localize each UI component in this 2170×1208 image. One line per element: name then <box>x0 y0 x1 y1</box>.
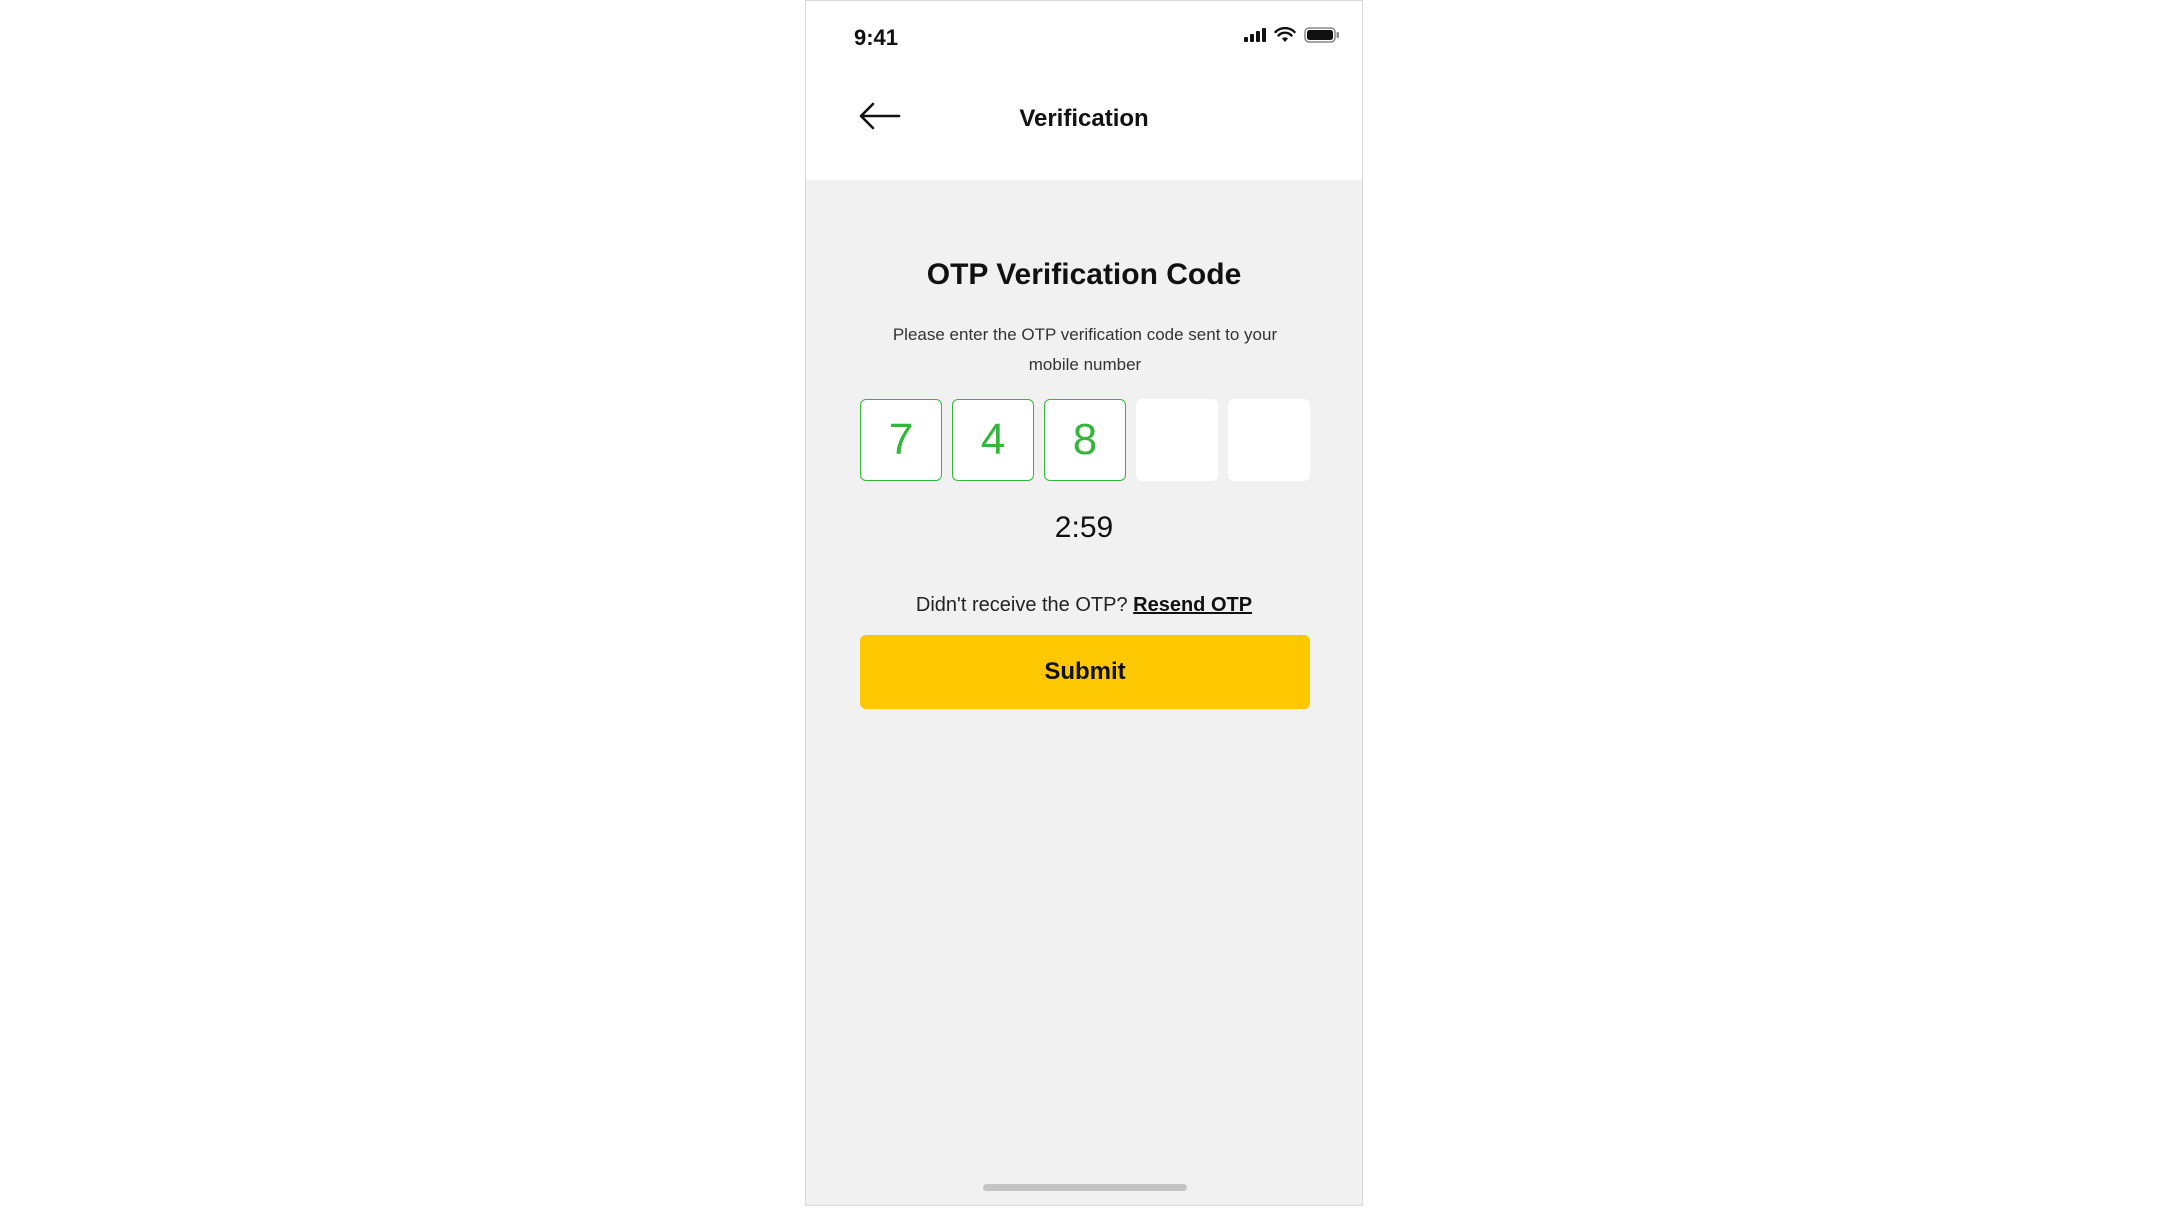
otp-description: Please enter the OTP verification code s… <box>892 325 1278 374</box>
otp-digit-4[interactable] <box>1136 399 1218 481</box>
stage: 9:41 Verification OTP Verification Code … <box>0 0 2170 1208</box>
otp-digit-1[interactable]: 7 <box>860 399 942 481</box>
otp-input-row: 7 4 8 <box>860 399 1310 481</box>
resend-row: Didn't receive the OTP? Resend OTP <box>806 594 1362 617</box>
otp-digit-2[interactable]: 4 <box>952 399 1034 481</box>
resend-otp-link[interactable]: Resend OTP <box>1133 594 1252 616</box>
status-icons <box>1244 26 1340 48</box>
phone-frame: 9:41 Verification OTP Verification Code … <box>805 0 1363 1206</box>
otp-digit-3[interactable]: 8 <box>1044 399 1126 481</box>
top-bar: 9:41 Verification <box>806 1 1362 180</box>
submit-button[interactable]: Submit <box>860 635 1310 709</box>
resend-prompt: Didn't receive the OTP? <box>915 594 1134 616</box>
home-indicator <box>983 1184 1187 1191</box>
otp-digit-5[interactable] <box>1228 399 1310 481</box>
wifi-icon <box>1274 26 1296 48</box>
battery-icon <box>1304 27 1340 48</box>
page-title: Verification <box>1019 105 1149 132</box>
status-time: 9:41 <box>854 25 899 50</box>
countdown-timer: 2:59 <box>1054 511 1114 544</box>
signal-icon <box>1244 28 1266 47</box>
otp-title: OTP Verification Code <box>926 258 1242 291</box>
